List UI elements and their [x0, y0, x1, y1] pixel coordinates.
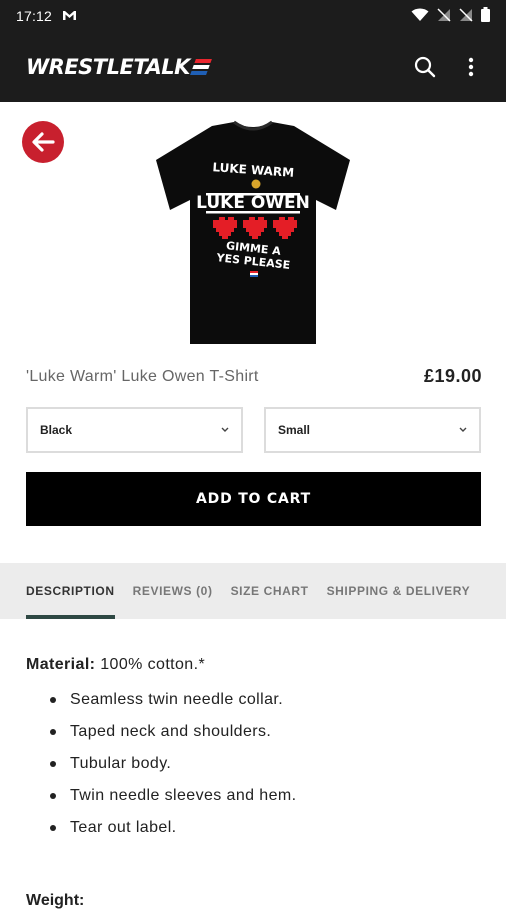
signal-icon	[459, 7, 473, 25]
product-price: £19.00	[423, 366, 482, 386]
list-item: Twin needle sleeves and hem.	[50, 786, 482, 818]
tab-shipping-delivery[interactable]: SHIPPING & DELIVERY	[327, 563, 471, 619]
weight-label: Weight:	[26, 892, 85, 909]
material-line: Material: 100% cotton.*	[26, 656, 482, 674]
size-select[interactable]: Small	[264, 407, 481, 453]
gmail-icon	[62, 9, 77, 24]
product-image[interactable]: LUKE WARM LUKE OWEN GIMME A YES PLEASE	[150, 118, 356, 350]
product-title: 'Luke Warm' Luke Owen T-Shirt	[26, 367, 259, 385]
list-item: Tubular body.	[50, 754, 482, 786]
color-select-value: Black	[40, 423, 73, 437]
color-select[interactable]: Black	[26, 407, 243, 453]
chevron-down-icon	[459, 425, 467, 436]
battery-icon	[481, 7, 490, 25]
back-button[interactable]	[22, 121, 64, 163]
app-bar: WRESTLETALK	[0, 32, 506, 102]
add-to-cart-button[interactable]: ADD TO CART	[26, 472, 481, 526]
status-time: 17:12	[16, 8, 53, 24]
description-content: Material: 100% cotton.* Seamless twin ne…	[26, 656, 482, 850]
status-bar: 17:12	[0, 0, 506, 32]
tab-size-chart[interactable]: SIZE CHART	[231, 563, 309, 619]
feature-list: Seamless twin needle collar. Taped neck …	[26, 690, 482, 850]
list-item: Taped neck and shoulders.	[50, 722, 482, 754]
size-select-value: Small	[278, 423, 311, 437]
arrow-left-icon	[32, 132, 55, 152]
shirt-line-2: LUKE OWEN	[196, 193, 310, 213]
overflow-menu-icon[interactable]	[458, 54, 484, 80]
material-label: Material:	[26, 656, 96, 673]
signal-icon	[437, 7, 451, 25]
logo-text: WRESTLETALK	[26, 55, 190, 79]
tab-reviews[interactable]: REVIEWS (0)	[133, 563, 213, 619]
wrestletalk-logo[interactable]: WRESTLETALK	[26, 55, 212, 79]
list-item: Tear out label.	[50, 818, 482, 850]
material-value: 100% cotton.*	[95, 656, 206, 673]
list-item: Seamless twin needle collar.	[50, 690, 482, 722]
tab-description[interactable]: DESCRIPTION	[26, 563, 115, 619]
product-title-row: 'Luke Warm' Luke Owen T-Shirt £19.00	[26, 366, 482, 387]
logo-flag	[190, 59, 212, 75]
chevron-down-icon	[221, 425, 229, 436]
wifi-icon	[411, 8, 429, 25]
product-tabs: DESCRIPTION REVIEWS (0) SIZE CHART SHIPP…	[0, 563, 506, 619]
search-icon[interactable]	[412, 54, 438, 80]
